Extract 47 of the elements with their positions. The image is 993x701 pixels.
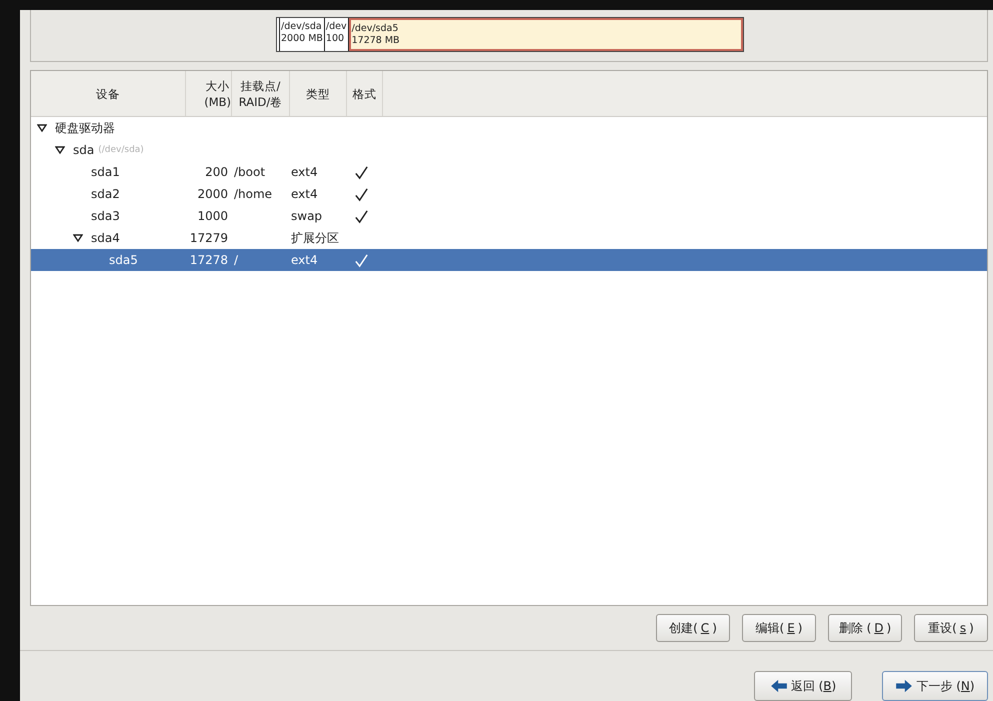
partition-segment[interactable]: /dev/sda5 17278 MB [348, 18, 743, 51]
device-name: sda [73, 143, 94, 157]
action-button[interactable]: 创建( C ) [656, 614, 730, 642]
table-row[interactable]: sda4 17279 扩展分区 [31, 227, 987, 249]
device-name: sda2 [91, 187, 120, 201]
table-row[interactable]: sda2 2000 /home ext4 [31, 183, 987, 205]
type-text: ext4 [291, 253, 318, 267]
type-text: ext4 [291, 187, 318, 201]
type-text: swap [291, 209, 322, 223]
action-button[interactable]: 重设( s ) [914, 614, 988, 642]
right-arrow-icon [895, 679, 914, 693]
mount-point-text: / [234, 253, 238, 267]
expander-icon[interactable] [55, 145, 65, 155]
column-header[interactable]: 格式 [347, 71, 383, 116]
table-row[interactable]: sda (/dev/sda) [31, 139, 987, 161]
type-text: 扩展分区 [291, 230, 339, 246]
table-row[interactable]: sda3 1000 swap [31, 205, 987, 227]
next-button[interactable]: 下一步 (N) [882, 671, 988, 701]
column-header[interactable]: 设备 [31, 71, 186, 116]
device-name: sda5 [109, 253, 138, 267]
partition-segment[interactable] [277, 18, 280, 51]
device-name: 硬盘驱动器 [55, 120, 115, 136]
device-name: sda1 [91, 165, 120, 179]
device-path: (/dev/sda) [98, 145, 144, 155]
back-button[interactable]: 返回 (B) [754, 671, 852, 701]
size-text: 1000 [197, 209, 228, 223]
action-button[interactable]: 编辑( E ) [742, 614, 816, 642]
table-row[interactable]: sda1 200 /boot ext4 [31, 161, 987, 183]
size-text: 200 [205, 165, 228, 179]
device-name: sda4 [91, 231, 120, 245]
expander-icon[interactable] [37, 123, 47, 133]
size-text: 2000 [197, 187, 228, 201]
table-row[interactable]: sda5 17278 / ext4 [31, 249, 987, 271]
table-row[interactable]: 硬盘驱动器 [31, 117, 987, 139]
mount-point-text: /home [234, 187, 272, 201]
column-header[interactable]: 挂载点/ RAID/卷 [232, 71, 290, 116]
type-text: ext4 [291, 165, 318, 179]
size-text: 17278 [190, 253, 228, 267]
column-header[interactable]: 类型 [290, 71, 347, 116]
mount-point-text: /boot [234, 165, 266, 179]
column-header[interactable]: 大小 (MB) [186, 71, 232, 116]
left-arrow-icon [770, 679, 788, 693]
device-name: sda3 [91, 209, 120, 223]
expander-icon[interactable] [73, 233, 83, 243]
action-button[interactable]: 删除 ( D ) [828, 614, 902, 642]
partition-segment[interactable]: /dev/sda 2000 MB [280, 18, 325, 51]
size-text: 17279 [190, 231, 228, 245]
